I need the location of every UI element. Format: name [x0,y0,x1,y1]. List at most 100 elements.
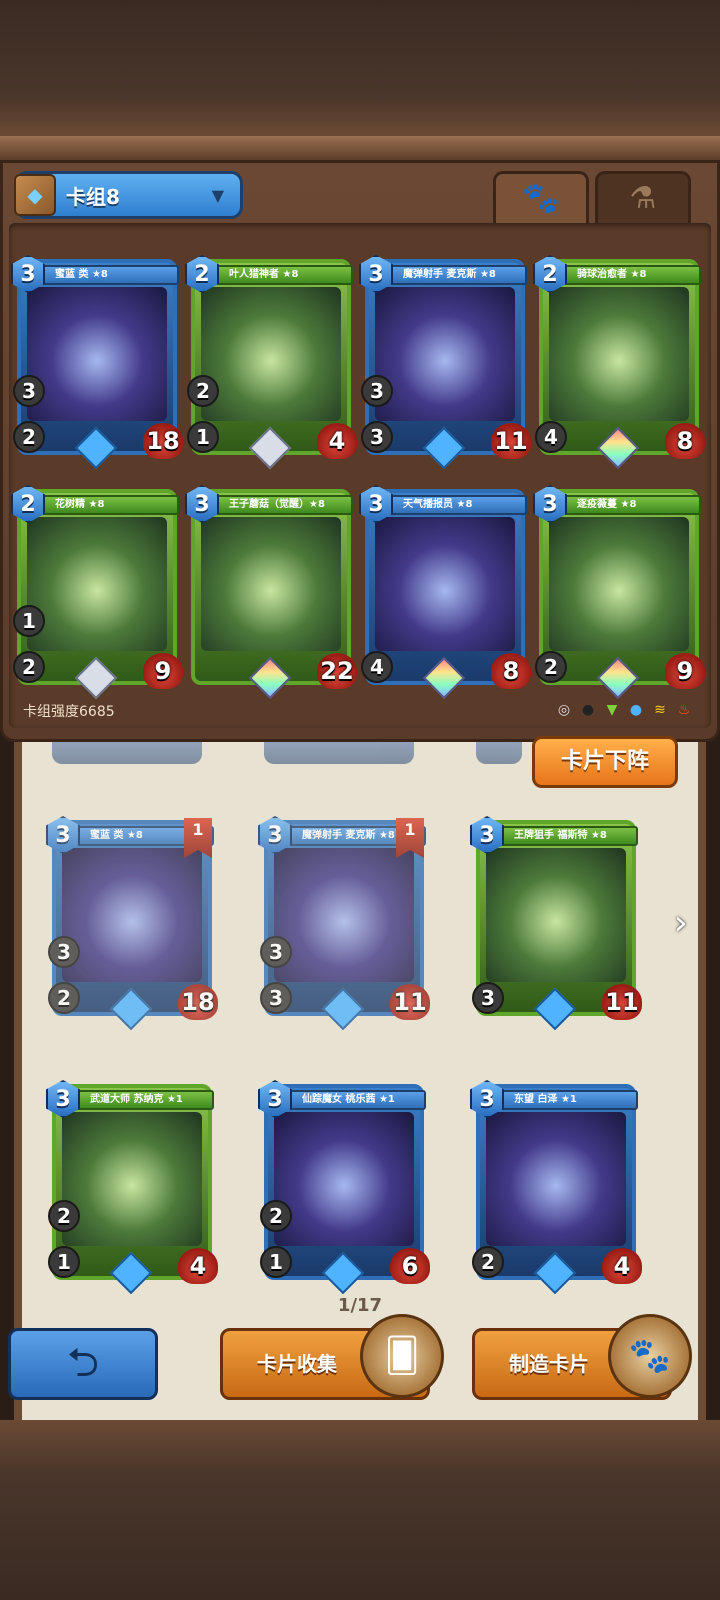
card[interactable]: 东望 白泽 ★1 3 2 4 [470,1080,642,1295]
next-page-arrow-icon[interactable]: › [674,905,696,941]
card[interactable]: 魔弹射手 麦克斯 ★8 3 3 3 11 1 [258,816,430,1031]
card-attack: 2 [535,651,567,683]
unload-card-button[interactable]: 卡片下阵 [532,736,678,788]
card[interactable]: 叶人猎神者 ★8 2 2 1 4 [185,255,357,470]
rarity-gem-icon [248,426,292,470]
card-health: 9 [665,653,705,689]
card-stat: 2 [48,1200,80,1232]
card-attack: 1 [48,1246,80,1278]
card-art [274,848,414,982]
nature-icon[interactable]: ▼ [603,701,621,719]
chevron-down-icon: ▼ [211,185,224,205]
bottom-bar: ⮌ 卡片收集 🂠 制造卡片 🐾 [0,1314,720,1408]
card-name: 王牌狙手 福斯特 ★8 [498,826,638,846]
top-wood-frame [0,0,720,160]
card-attack: 4 [535,421,567,453]
deck-strength: 卡组强度6685 [23,704,115,720]
card-art [549,287,689,421]
back-button[interactable]: ⮌ [8,1328,158,1400]
card-attack: 3 [472,982,504,1014]
card-health: 4 [602,1248,642,1284]
element-filters: ◎ ● ▼ ● ≋ ♨ [555,701,693,719]
card-health: 4 [317,423,357,459]
card[interactable]: 逐疫薇蔓 ★8 3 2 9 [533,485,705,700]
card-health: 8 [491,653,531,689]
card-collection-icon[interactable]: 🂠 [360,1314,444,1398]
card-stat: 2 [260,1200,292,1232]
card-art [62,848,202,982]
fire-icon[interactable]: ♨ [675,701,693,719]
card-name: 王子蘑菇（觉醒）★8 [213,495,353,515]
card-attack: 1 [187,421,219,453]
neutral-icon[interactable]: ◎ [555,701,573,719]
card-stat: 3 [361,375,393,407]
card-stat: 2 [187,375,219,407]
card-attack: 2 [472,1246,504,1278]
card-attack: 2 [13,651,45,683]
deck-selector[interactable]: ◆ 卡组8 ▼ [14,171,243,219]
card[interactable]: 天气播报员 ★8 3 4 8 [359,485,531,700]
card-health: 11 [602,984,642,1020]
page-indicator: 1/17 [337,1295,383,1316]
water-icon[interactable]: ● [627,701,645,719]
card-name: 叶人猎神者 ★8 [213,265,353,285]
card-art [27,517,167,651]
deck-card-grid: 蜜蓝 类 ★8 3 3 2 18 叶人猎神者 ★8 2 2 1 4 魔弹射手 麦克斯 ★8 3 3 3 11… [11,255,707,700]
card-health: 18 [143,423,183,459]
card-art [27,287,167,421]
bottom-wood-frame [0,1420,720,1600]
card[interactable]: 蜜蓝 类 ★8 3 3 2 18 1 [46,816,218,1031]
card-health: 8 [665,423,705,459]
tab-paw-icon[interactable]: 🐾 [493,171,589,223]
card-health: 9 [143,653,183,689]
card-art [375,287,515,421]
card-art [62,1112,202,1246]
card[interactable]: 王子蘑菇（觉醒）★8 3 22 [185,485,357,700]
tab-potion-icon[interactable]: ⚗ [595,171,691,223]
card-attack: 2 [48,982,80,1014]
wind-icon[interactable]: ≋ [651,701,669,719]
card[interactable]: 魔弹射手 麦克斯 ★8 3 3 3 11 [359,255,531,470]
back-arrow-icon: ⮌ [66,1340,100,1386]
card-attack: 3 [260,982,292,1014]
card-art [549,517,689,651]
craft-jar-icon[interactable]: 🐾 [608,1314,692,1398]
card[interactable]: 骑球治愈者 ★8 2 4 8 [533,255,705,470]
card-attack: 1 [260,1246,292,1278]
rarity-gem-icon [422,426,466,470]
card-name: 骑球治愈者 ★8 [561,265,701,285]
card-collection-label: 卡片收集 [257,1352,337,1376]
rarity-gem-icon [74,426,118,470]
shadow-icon[interactable]: ● [579,701,597,719]
card[interactable]: 武道大师 苏纳克 ★1 3 2 1 4 [46,1080,218,1295]
card-name: 逐疫薇蔓 ★8 [561,495,701,515]
card-attack: 4 [361,651,393,683]
card-stat: 3 [13,375,45,407]
rarity-gem-icon [596,426,640,470]
card-name: 花树精 ★8 [39,495,179,515]
card-name: 武道大师 苏纳克 ★1 [74,1090,214,1110]
card-health: 6 [390,1248,430,1284]
rarity-gem-icon [109,987,153,1031]
card-health: 11 [390,984,430,1020]
rarity-gem-icon [321,987,365,1031]
card-stat: 3 [48,936,80,968]
card-attack: 3 [361,421,393,453]
card-art [486,848,626,982]
card-stat: 1 [13,605,45,637]
card[interactable]: 花树精 ★8 2 1 2 9 [11,485,183,700]
deck-panel: ◆ 卡组8 ▼ 🐾 ⚗ 蜜蓝 类 ★8 3 3 2 18 叶人猎神者 ★8 2 2 1 4 魔弹射手… [0,160,720,742]
card-health: 4 [178,1248,218,1284]
card-name: 东望 白泽 ★1 [498,1090,638,1110]
card[interactable]: 蜜蓝 类 ★8 3 3 2 18 [11,255,183,470]
card-health: 11 [491,423,531,459]
card[interactable]: 仙踪魔女 桃乐茜 ★1 3 2 1 6 [258,1080,430,1295]
card-health: 18 [178,984,218,1020]
card-art [486,1112,626,1246]
deck-book-icon: ◆ [14,174,56,216]
card-art [375,517,515,651]
card[interactable]: 王牌狙手 福斯特 ★8 3 3 11 [470,816,642,1031]
craft-card-label: 制造卡片 [509,1352,589,1376]
card-name: 仙踪魔女 桃乐茜 ★1 [286,1090,426,1110]
card-stat: 3 [260,936,292,968]
